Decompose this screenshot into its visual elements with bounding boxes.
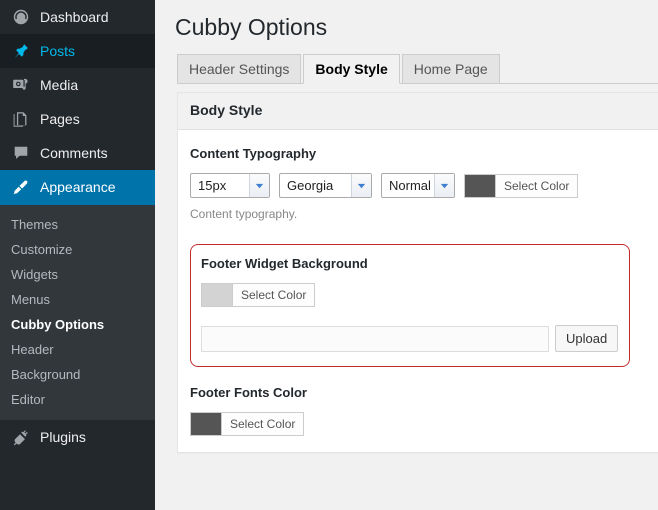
appearance-submenu: Themes Customize Widgets Menus Cubby Opt… bbox=[0, 205, 155, 420]
plug-icon bbox=[11, 427, 31, 447]
footer-widget-background-upload-input[interactable] bbox=[201, 325, 549, 352]
sidebar-item-appearance[interactable]: Appearance bbox=[0, 170, 155, 204]
footer-fonts-color-label: Footer Fonts Color bbox=[190, 385, 307, 400]
font-family-value: Georgia bbox=[287, 178, 334, 193]
sidebar-subitem-cubby-options[interactable]: Cubby Options bbox=[0, 312, 155, 337]
sidebar-subitem-background[interactable]: Background bbox=[0, 362, 155, 387]
font-weight-value: Normal bbox=[389, 178, 431, 193]
font-weight-select[interactable]: Normal bbox=[381, 173, 455, 198]
footer-widget-background-color-picker[interactable]: Select Color bbox=[201, 283, 316, 307]
footer-widget-background-field: Footer Widget Background Select Color Up… bbox=[190, 244, 630, 367]
sidebar-item-plugins[interactable]: Plugins bbox=[0, 420, 155, 454]
sidebar-item-label: Dashboard bbox=[40, 9, 109, 25]
sidebar-item-label: Pages bbox=[40, 111, 80, 127]
font-family-select[interactable]: Georgia bbox=[279, 173, 372, 198]
typography-color-picker[interactable]: Select Color bbox=[464, 173, 579, 198]
sidebar-item-label: Comments bbox=[40, 145, 108, 161]
sidebar-subitem-widgets[interactable]: Widgets bbox=[0, 262, 155, 287]
footer-widget-background-label: Footer Widget Background bbox=[201, 256, 368, 271]
select-color-label: Select Color bbox=[241, 288, 307, 302]
select-color-label: Select Color bbox=[504, 178, 570, 193]
chevron-down-icon bbox=[351, 174, 371, 197]
sidebar-item-label: Media bbox=[40, 77, 79, 93]
content-typography-field: Content Typography 15px Georgia Normal S… bbox=[190, 146, 658, 222]
color-swatch bbox=[202, 284, 233, 306]
sidebar-item-comments[interactable]: Comments bbox=[0, 136, 155, 170]
sidebar-item-media[interactable]: Media bbox=[0, 68, 155, 102]
typography-controls: 15px Georgia Normal Select Color bbox=[190, 173, 658, 198]
media-icon bbox=[11, 75, 31, 95]
main-content: Cubby Options Header Settings Body Style… bbox=[155, 0, 658, 510]
options-tab-bar: Header Settings Body Style Home Page bbox=[177, 54, 658, 84]
sidebar-subitem-editor[interactable]: Editor bbox=[0, 387, 155, 412]
sidebar-subitem-customize[interactable]: Customize bbox=[0, 237, 155, 262]
panel-body: Content Typography 15px Georgia Normal S… bbox=[178, 130, 658, 452]
panel-heading: Body Style bbox=[178, 93, 658, 130]
tab-home-page[interactable]: Home Page bbox=[401, 54, 500, 84]
footer-fonts-color-field: Footer Fonts Color Select Color bbox=[190, 385, 658, 438]
admin-sidebar: Dashboard Posts Media Pages Comments App… bbox=[0, 0, 155, 510]
footer-widget-background-upload-button[interactable]: Upload bbox=[555, 325, 619, 352]
footer-widget-background-upload-row: Upload bbox=[201, 325, 619, 352]
sidebar-subitem-menus[interactable]: Menus bbox=[0, 287, 155, 312]
content-typography-label: Content Typography bbox=[190, 146, 317, 161]
dashboard-icon bbox=[11, 7, 31, 27]
page-title: Cubby Options bbox=[175, 14, 328, 40]
comment-icon bbox=[11, 143, 31, 163]
select-color-label: Select Color bbox=[230, 417, 296, 431]
color-swatch bbox=[465, 174, 496, 197]
sidebar-item-dashboard[interactable]: Dashboard bbox=[0, 0, 155, 34]
tab-body-style[interactable]: Body Style bbox=[303, 54, 400, 84]
body-style-panel: Body Style Content Typography 15px Georg… bbox=[177, 92, 658, 453]
sidebar-subitem-header[interactable]: Header bbox=[0, 337, 155, 362]
pages-icon bbox=[11, 109, 31, 129]
sidebar-item-label: Appearance bbox=[40, 179, 116, 195]
sidebar-subitem-themes[interactable]: Themes bbox=[0, 212, 155, 237]
pin-icon bbox=[11, 41, 31, 61]
content-typography-description: Content typography. bbox=[190, 207, 298, 221]
sidebar-item-label: Plugins bbox=[40, 429, 86, 445]
sidebar-item-posts[interactable]: Posts bbox=[0, 34, 155, 68]
chevron-down-icon bbox=[249, 174, 269, 197]
font-size-select[interactable]: 15px bbox=[190, 173, 270, 198]
sidebar-item-pages[interactable]: Pages bbox=[0, 102, 155, 136]
tab-header-settings[interactable]: Header Settings bbox=[177, 54, 302, 84]
color-swatch bbox=[191, 413, 222, 435]
footer-fonts-color-picker[interactable]: Select Color bbox=[190, 412, 305, 436]
sidebar-item-label: Posts bbox=[40, 43, 76, 59]
chevron-down-icon bbox=[434, 174, 454, 197]
paintbrush-icon bbox=[11, 177, 31, 197]
admin-screen: Dashboard Posts Media Pages Comments App… bbox=[0, 0, 658, 510]
font-size-value: 15px bbox=[198, 178, 227, 193]
